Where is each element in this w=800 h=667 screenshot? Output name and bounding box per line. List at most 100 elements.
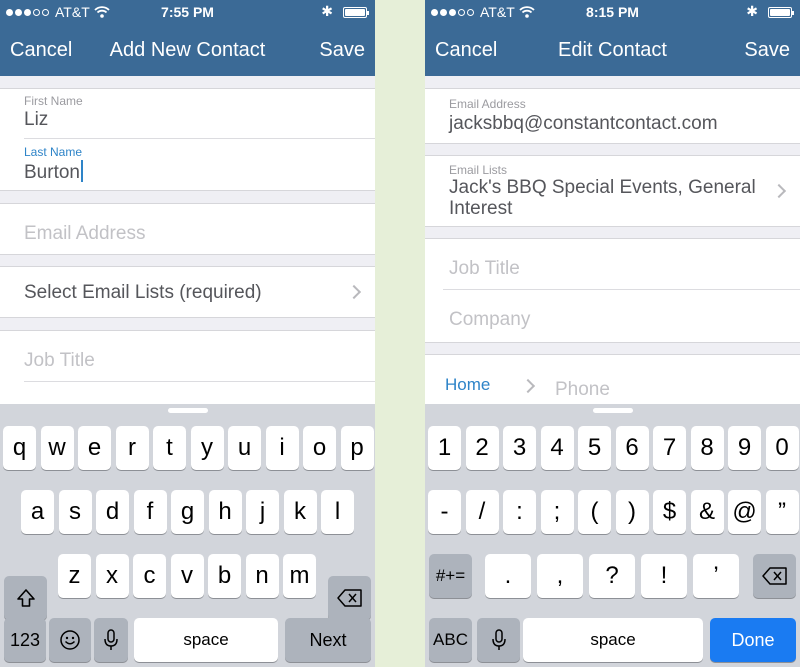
job-section: Job Title	[0, 330, 375, 410]
key-4[interactable]: t	[153, 426, 186, 470]
key-1[interactable]: /	[465, 490, 499, 534]
backspace-key[interactable]	[328, 576, 371, 620]
key-6[interactable]: $	[653, 490, 686, 534]
email-lists-label: Email Lists	[449, 163, 508, 177]
phone-placeholder[interactable]: Phone	[555, 379, 610, 401]
key-1[interactable]: s	[58, 490, 92, 534]
key-5[interactable]: y	[190, 426, 224, 470]
key-3[interactable]: 4	[540, 426, 574, 470]
key-4[interactable]: (	[578, 490, 611, 534]
abc-key[interactable]: ABC	[429, 618, 472, 662]
email-placeholder: Email Address	[24, 223, 146, 244]
chevron-right-icon	[771, 183, 787, 199]
key-2[interactable]: c	[133, 554, 166, 598]
job-title-field[interactable]: Job Title	[443, 239, 800, 290]
keyboard: qwertyuiop asdfghjkl zxcvbnm 123 space N…	[0, 404, 375, 667]
bluetooth-icon: ✱	[746, 3, 758, 19]
key-0[interactable]: 1	[428, 426, 461, 470]
key-4[interactable]: 5	[578, 426, 611, 470]
phone-type-home[interactable]: Home	[445, 375, 490, 395]
key-2[interactable]: :	[503, 490, 536, 534]
last-name-input[interactable]: Burton	[24, 160, 83, 184]
key-0[interactable]: a	[21, 490, 54, 534]
space-key[interactable]: space	[523, 618, 703, 662]
key-1[interactable]: 2	[465, 426, 499, 470]
last-name-field[interactable]: Last Name Burton	[24, 139, 375, 191]
key-5[interactable]: h	[208, 490, 242, 534]
email-label: Email Address	[449, 97, 526, 111]
key-0[interactable]: -	[428, 490, 461, 534]
key-5[interactable]: )	[615, 490, 649, 534]
key-6[interactable]: 7	[653, 426, 686, 470]
email-field[interactable]: Email Address	[24, 204, 375, 254]
key-1[interactable]: ,	[537, 554, 583, 598]
key-8[interactable]: l	[321, 490, 354, 534]
email-lists-value-line1: Jack's BBQ Special Events, General	[449, 177, 756, 198]
microphone-key[interactable]	[477, 618, 520, 662]
emoji-key[interactable]	[49, 618, 91, 662]
save-button[interactable]: Save	[319, 39, 365, 62]
key-3[interactable]: ;	[540, 490, 574, 534]
key-2[interactable]: ?	[589, 554, 635, 598]
key-8[interactable]: o	[303, 426, 336, 470]
edit-contact-screen: AT&T 8:15 PM ✱ Cancel Edit Contact Save …	[425, 0, 800, 667]
email-field[interactable]: Email Address jacksbbq@constantcontact.c…	[449, 89, 800, 143]
first-name-field[interactable]: First Name Liz	[24, 89, 375, 139]
shift-key[interactable]	[4, 576, 47, 620]
done-key[interactable]: Done	[710, 618, 796, 662]
key-9[interactable]: ”	[765, 490, 799, 534]
key-4[interactable]: ’	[693, 554, 739, 598]
space-key[interactable]: space	[134, 618, 278, 662]
key-1[interactable]: x	[95, 554, 129, 598]
first-name-label: First Name	[24, 94, 83, 108]
save-button[interactable]: Save	[744, 39, 790, 62]
key-8[interactable]: 9	[728, 426, 761, 470]
email-lists-row[interactable]: Email Lists Jack's BBQ Special Events, G…	[425, 155, 800, 227]
key-6[interactable]: m	[283, 554, 316, 598]
numbers-key[interactable]: 123	[4, 618, 46, 662]
company-field[interactable]: Company	[449, 290, 800, 342]
keyboard-grabber	[593, 408, 633, 413]
key-2[interactable]: 3	[503, 426, 536, 470]
key-9[interactable]: p	[340, 426, 374, 470]
backspace-icon	[761, 567, 787, 585]
key-2[interactable]: d	[96, 490, 129, 534]
key-6[interactable]: u	[228, 426, 261, 470]
add-contact-screen: AT&T 7:55 PM ✱ Cancel Add New Contact Sa…	[0, 0, 375, 667]
key-0[interactable]: q	[3, 426, 36, 470]
key-5[interactable]: 6	[615, 426, 649, 470]
key-5[interactable]: n	[245, 554, 279, 598]
key-7[interactable]: 8	[690, 426, 724, 470]
company-placeholder: Company	[449, 309, 531, 330]
key-7[interactable]: &	[690, 490, 724, 534]
key-3[interactable]: r	[115, 426, 149, 470]
key-0[interactable]: .	[485, 554, 531, 598]
key-1[interactable]: w	[40, 426, 74, 470]
key-6[interactable]: j	[246, 490, 279, 534]
job-title-field[interactable]: Job Title	[24, 331, 375, 382]
key-4[interactable]: b	[208, 554, 241, 598]
battery-icon	[768, 7, 794, 18]
email-lists-field[interactable]: Email Lists Jack's BBQ Special Events, G…	[449, 156, 800, 226]
last-name-label: Last Name	[24, 145, 83, 159]
email-lists-field[interactable]: Select Email Lists (required)	[24, 267, 375, 317]
first-name-value: Liz	[24, 109, 49, 130]
key-7[interactable]: k	[283, 490, 317, 534]
backspace-key[interactable]	[753, 554, 796, 598]
key-9[interactable]: 0	[765, 426, 799, 470]
symbols-key[interactable]: #+=	[429, 554, 472, 598]
key-3[interactable]: !	[641, 554, 687, 598]
microphone-key[interactable]	[94, 618, 128, 662]
text-cursor	[80, 160, 83, 182]
key-4[interactable]: g	[171, 490, 204, 534]
next-key[interactable]: Next	[285, 618, 371, 662]
chevron-right-icon	[346, 284, 362, 300]
email-section: Email Address	[0, 203, 375, 255]
key-7[interactable]: i	[265, 426, 299, 470]
key-0[interactable]: z	[58, 554, 91, 598]
key-2[interactable]: e	[78, 426, 111, 470]
email-lists-row[interactable]: Select Email Lists (required)	[0, 266, 375, 318]
key-8[interactable]: @	[728, 490, 761, 534]
key-3[interactable]: f	[133, 490, 167, 534]
key-3[interactable]: v	[170, 554, 204, 598]
